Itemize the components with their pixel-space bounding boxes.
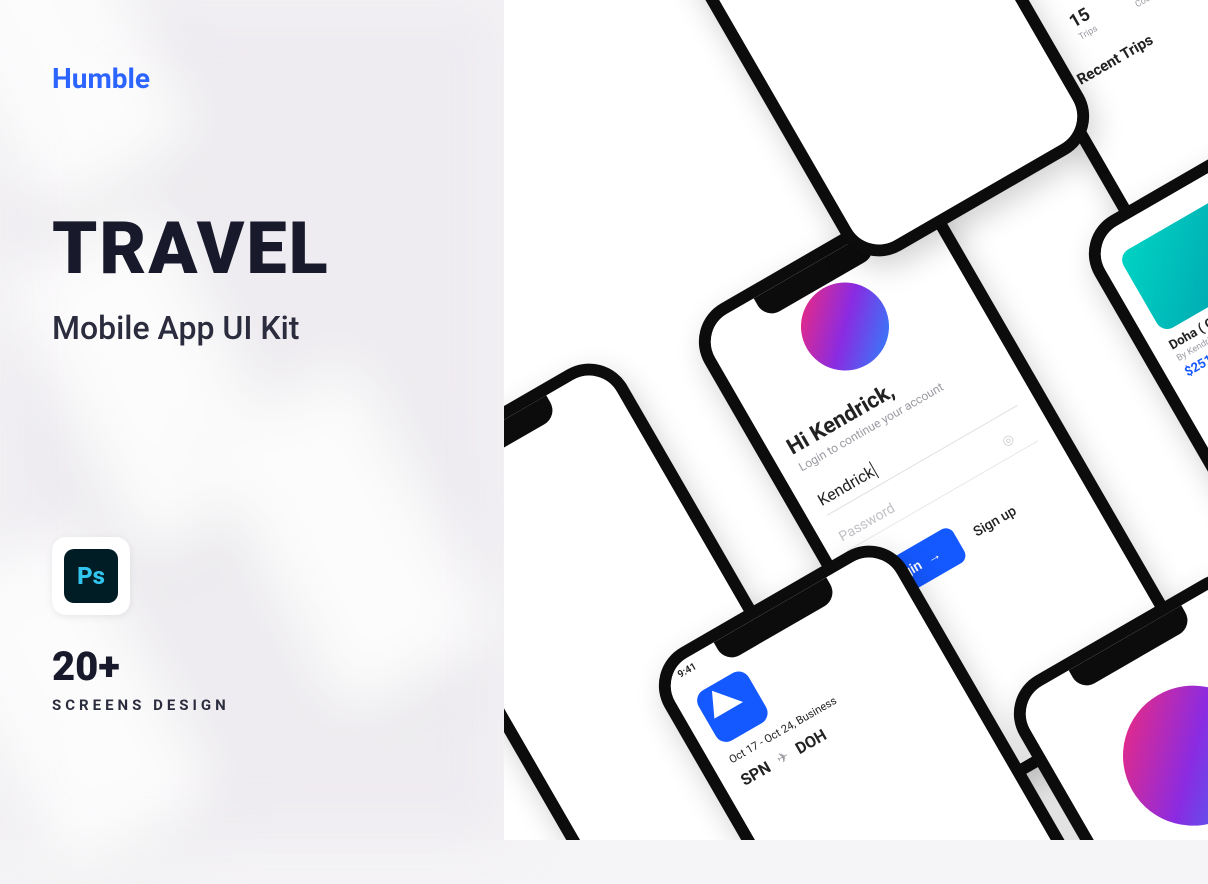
flight-to: DOH [792,725,830,758]
screens-label: SCREENS DESIGN [52,696,452,714]
stat-countries: 08 Countries [1122,0,1172,10]
brand-name: Humble [52,62,452,95]
kit-subtitle: Mobile App UI Kit [52,309,452,347]
trip-image [1118,190,1208,333]
mockup-showcase: Hi Kendrick, Login to continue your acco… [504,0,1208,840]
arrow-right-icon: → [923,546,944,568]
eye-icon[interactable]: ◎ [1000,431,1017,450]
photoshop-badge: Ps [52,537,130,615]
flight-from: SPN [737,757,774,789]
phone-recommended-screen: oha ( Qatar ) By Kendrick lamar $251 Rec… [583,0,1105,272]
photoshop-icon: Ps [64,549,118,603]
plane-icon: ✈ [774,748,792,768]
avatar [1097,660,1208,840]
signup-link[interactable]: Sign up [970,503,1019,540]
kit-title: TRAVEL [52,215,452,283]
left-promo-panel: Humble TRAVEL Mobile App UI Kit Ps 20+ S… [0,0,504,840]
flight-route: SPN ✈ DOH [737,663,937,789]
screens-count: 20+ [52,643,452,690]
stat-trips: 15 Trips [1066,4,1100,43]
